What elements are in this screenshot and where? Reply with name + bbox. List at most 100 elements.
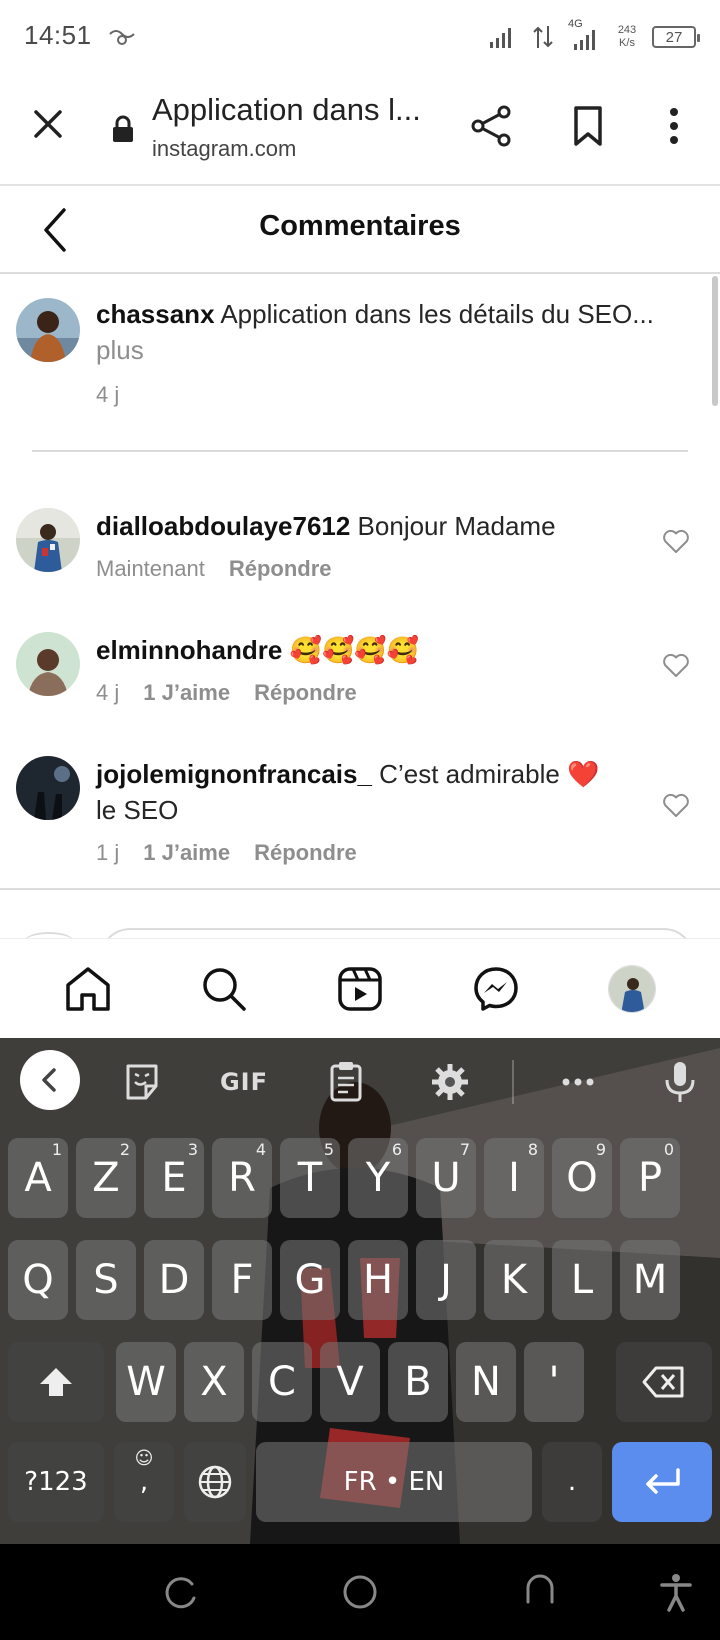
period-key[interactable]: .: [542, 1442, 602, 1522]
key-hint: 4: [255, 1140, 266, 1159]
key-o[interactable]: O9: [552, 1138, 612, 1218]
key-hint: 8: [527, 1140, 538, 1159]
comment-meta: Maintenant Répondre: [96, 556, 332, 582]
signal-icon: [490, 28, 511, 48]
key-f[interactable]: F: [212, 1240, 272, 1320]
comment-username[interactable]: dialloabdoulaye7612: [96, 511, 350, 541]
key-e[interactable]: E3: [144, 1138, 204, 1218]
backspace-icon: [642, 1366, 684, 1398]
key-label: P: [637, 1155, 663, 1201]
bookmark-icon[interactable]: [568, 104, 608, 148]
like-heart-icon[interactable]: [662, 652, 690, 678]
avatar[interactable]: [16, 298, 80, 362]
recent-apps-icon[interactable]: [160, 1572, 200, 1612]
caption-username[interactable]: chassanx: [96, 299, 215, 329]
key-x[interactable]: X: [184, 1342, 244, 1422]
key-z[interactable]: Z2: [76, 1138, 136, 1218]
space-key[interactable]: FR • EN: [256, 1442, 532, 1522]
language-key[interactable]: [184, 1442, 246, 1522]
key-v[interactable]: V: [320, 1342, 380, 1422]
key-w[interactable]: W: [116, 1342, 176, 1422]
reels-icon[interactable]: [336, 965, 384, 1013]
accessibility-icon[interactable]: [656, 1572, 696, 1612]
symbols-key[interactable]: ?123: [8, 1442, 104, 1522]
reply-button[interactable]: Répondre: [254, 840, 357, 866]
browser-url[interactable]: instagram.com: [152, 136, 296, 162]
comment-time: 4 j: [96, 680, 120, 705]
key-h[interactable]: H: [348, 1240, 408, 1320]
reply-button[interactable]: Répondre: [254, 680, 357, 706]
key-label: Q: [22, 1257, 54, 1303]
key-u[interactable]: U7: [416, 1138, 476, 1218]
shift-key[interactable]: [8, 1342, 104, 1422]
key-q[interactable]: Q: [8, 1240, 68, 1320]
settings-gear-icon[interactable]: [428, 1060, 472, 1104]
gif-button[interactable]: GIF: [214, 1060, 274, 1104]
key-hint: 3: [187, 1140, 198, 1159]
avatar-image: [16, 632, 80, 696]
like-heart-icon[interactable]: [662, 528, 690, 554]
key-g[interactable]: G: [280, 1240, 340, 1320]
backspace-key[interactable]: [616, 1342, 712, 1422]
key-hint: 7: [459, 1140, 470, 1159]
key-y[interactable]: Y6: [348, 1138, 408, 1218]
data-transfer-icon: [533, 26, 553, 48]
avatar[interactable]: [16, 756, 80, 820]
more-link[interactable]: plus: [96, 332, 686, 368]
key-label: N: [471, 1359, 501, 1405]
key-hint: 9: [595, 1140, 606, 1159]
likes-count[interactable]: 1 J’aime: [143, 840, 230, 866]
key-r[interactable]: R4: [212, 1138, 272, 1218]
key-s[interactable]: S: [76, 1240, 136, 1320]
more-horizontal-icon[interactable]: [556, 1060, 600, 1104]
like-heart-icon[interactable]: [662, 792, 690, 818]
key-k[interactable]: K: [484, 1240, 544, 1320]
comment-text: Bonjour Madame: [350, 511, 556, 541]
close-icon[interactable]: [28, 104, 68, 144]
profile-avatar[interactable]: [608, 965, 656, 1013]
reply-button[interactable]: Répondre: [229, 556, 332, 582]
messenger-icon[interactable]: [472, 965, 520, 1013]
comment-meta: 4 j 1 J’aime Répondre: [96, 680, 357, 706]
avatar[interactable]: [16, 508, 80, 572]
clipboard-icon[interactable]: [324, 1060, 368, 1104]
key-n[interactable]: N: [456, 1342, 516, 1422]
system-navigation-bar: [0, 1544, 720, 1640]
key-a[interactable]: A1: [8, 1138, 68, 1218]
share-icon[interactable]: [470, 104, 514, 148]
search-icon[interactable]: [200, 965, 248, 1013]
key-label: E: [161, 1155, 187, 1201]
key-apostrophe[interactable]: ': [524, 1342, 584, 1422]
microphone-icon[interactable]: [658, 1060, 702, 1104]
scrollbar[interactable]: [712, 276, 718, 406]
likes-count[interactable]: 1 J’aime: [143, 680, 230, 706]
comment-username[interactable]: jojolemignonfrancais_: [96, 759, 372, 789]
more-vertical-icon[interactable]: [660, 104, 688, 148]
key-i[interactable]: I8: [484, 1138, 544, 1218]
browser-page-title[interactable]: Application dans l...: [152, 92, 436, 128]
key-t[interactable]: T5: [280, 1138, 340, 1218]
emoji-comma-key[interactable]: , ☺: [114, 1442, 174, 1522]
status-bar: 14:51 4G 243 K/s 27: [0, 0, 720, 74]
key-j[interactable]: J: [416, 1240, 476, 1320]
speed-unit: K/s: [619, 37, 635, 49]
key-p[interactable]: P0: [620, 1138, 680, 1218]
key-d[interactable]: D: [144, 1240, 204, 1320]
speed-value: 243: [617, 24, 637, 36]
back-button-icon[interactable]: [520, 1572, 560, 1612]
avatar[interactable]: [16, 632, 80, 696]
key-c[interactable]: C: [252, 1342, 312, 1422]
home-button-icon[interactable]: [340, 1572, 380, 1612]
key-m[interactable]: M: [620, 1240, 680, 1320]
soft-keyboard: GIF A1Z2E3R4T5Y6U7I8O9P0QSDFGHJKLMWXCVBN…: [0, 1038, 720, 1544]
enter-key[interactable]: [612, 1442, 712, 1522]
key-b[interactable]: B: [388, 1342, 448, 1422]
browser-toolbar: Application dans l... instagram.com: [0, 74, 720, 186]
comment-time: Maintenant: [96, 556, 205, 581]
home-icon[interactable]: [64, 965, 112, 1013]
comment-text: 🥰🥰🥰🥰: [282, 635, 420, 665]
keyboard-collapse-button[interactable]: [20, 1050, 80, 1110]
comment-username[interactable]: elminnohandre: [96, 635, 282, 665]
sticker-icon[interactable]: [120, 1060, 164, 1104]
key-l[interactable]: L: [552, 1240, 612, 1320]
